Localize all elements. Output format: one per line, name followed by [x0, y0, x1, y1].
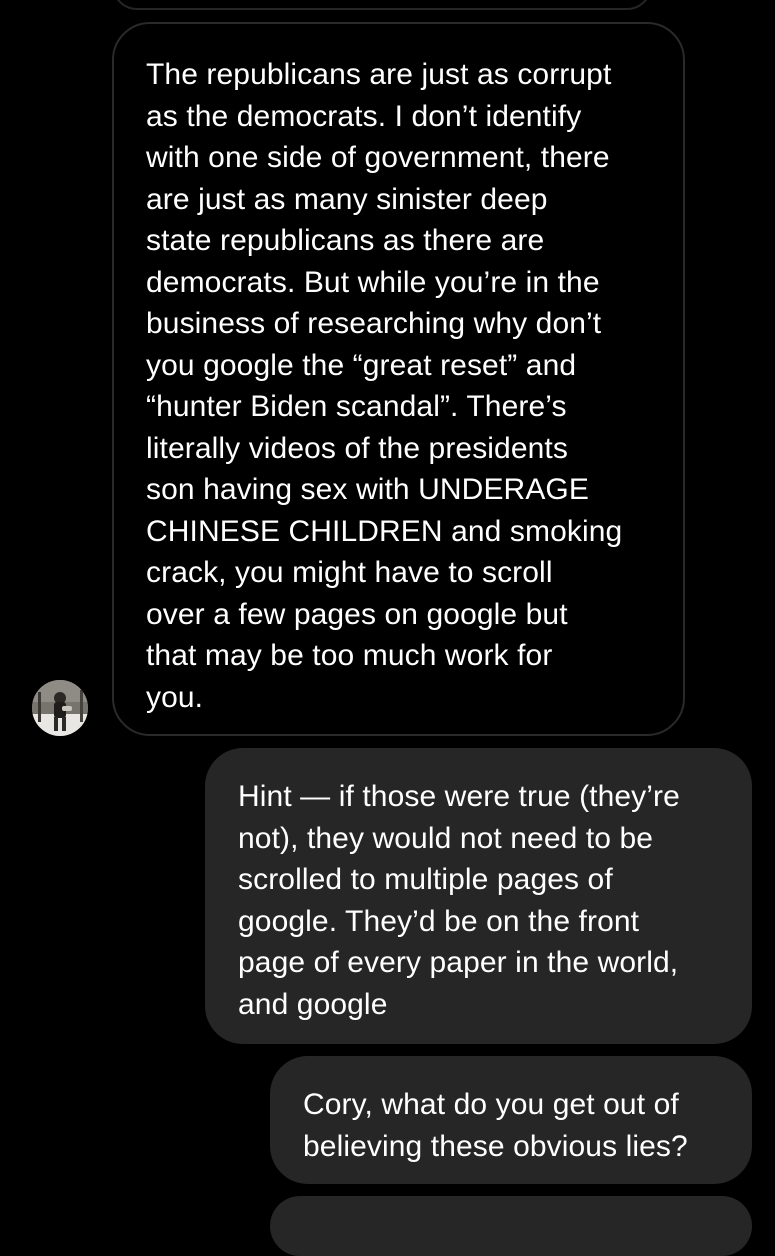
sent-message-text: Cory, what do you get out of believing t…	[303, 1088, 688, 1163]
sent-message-bubble[interactable]: Cory, what do you get out of believing t…	[270, 1056, 752, 1184]
received-message-text: The republicans are just as corrupt as t…	[146, 58, 623, 714]
next-message-bubble[interactable]	[270, 1196, 752, 1256]
sent-message-bubble[interactable]: Hint — if those were true (they’re not),…	[205, 748, 752, 1044]
previous-message-bubble[interactable]	[112, 0, 652, 10]
received-message-bubble[interactable]: The republicans are just as corrupt as t…	[112, 22, 685, 736]
contact-avatar[interactable]	[32, 680, 88, 736]
profile-photo-avatar-icon	[32, 680, 88, 736]
sent-message-text: Hint — if those were true (they’re not),…	[238, 780, 680, 1021]
